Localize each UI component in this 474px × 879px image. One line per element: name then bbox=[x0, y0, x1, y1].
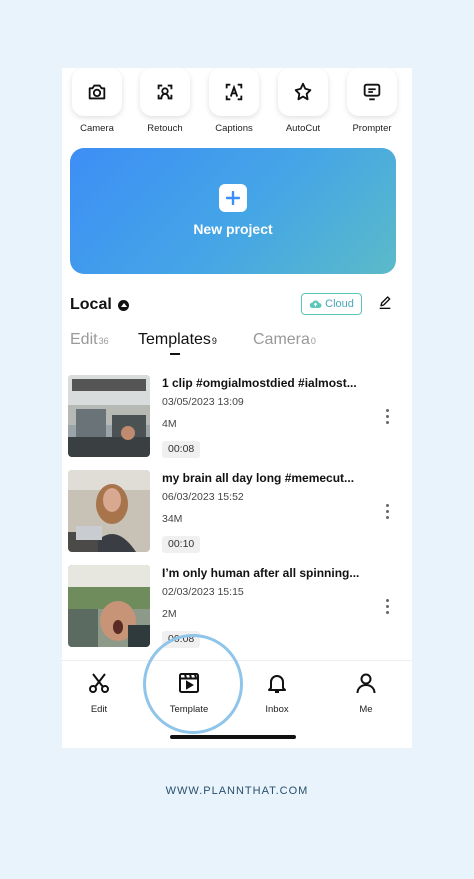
tool-label: Captions bbox=[215, 123, 253, 134]
person-icon bbox=[356, 673, 376, 694]
nav-label: Me bbox=[359, 704, 373, 715]
project-title: I’m only human after all spinning... bbox=[162, 566, 360, 580]
project-date: 03/05/2023 13:09 bbox=[162, 396, 244, 408]
project-size: 4M bbox=[162, 418, 177, 430]
project-date: 06/03/2023 15:52 bbox=[162, 491, 244, 503]
tool-camera[interactable]: Camera bbox=[64, 68, 128, 143]
cloud-label: Cloud bbox=[325, 298, 354, 310]
autocut-icon bbox=[278, 68, 328, 116]
tool-label: Camera bbox=[80, 123, 114, 134]
bell-icon bbox=[268, 675, 286, 693]
tab-count: 9 bbox=[211, 336, 217, 346]
tab-edit[interactable]: Edit36 bbox=[70, 331, 109, 349]
footer-url: WWW.PLANNTHAT.COM bbox=[165, 785, 309, 797]
home-indicator bbox=[170, 735, 296, 739]
local-title[interactable]: Local bbox=[70, 296, 112, 314]
tool-label: Retouch bbox=[147, 123, 183, 134]
project-title: my brain all day long #memecut... bbox=[162, 471, 355, 485]
tool-captions[interactable]: Captions bbox=[201, 68, 265, 143]
tool-label: AutoCut bbox=[285, 123, 321, 134]
nav-edit[interactable]: Edit bbox=[69, 671, 129, 715]
active-tab-indicator bbox=[170, 353, 180, 355]
more-options-icon[interactable] bbox=[386, 504, 390, 522]
tab-templates[interactable]: Templates9 bbox=[138, 331, 217, 349]
nav-inbox[interactable]: Inbox bbox=[247, 671, 307, 715]
nav-me[interactable]: Me bbox=[336, 671, 396, 715]
project-row[interactable]: 1 clip #omgialmostdied #ialmost... 03/05… bbox=[68, 375, 412, 459]
app-screen: Camera Retouch Captions AutoCut Prompter bbox=[62, 68, 412, 748]
project-thumbnail bbox=[68, 470, 150, 552]
caret-up-icon[interactable] bbox=[118, 300, 129, 311]
new-project-label: New project bbox=[193, 221, 273, 237]
tab-count: 36 bbox=[98, 336, 109, 346]
cloud-button[interactable]: Cloud bbox=[301, 293, 362, 315]
highlight-circle bbox=[143, 634, 243, 734]
project-size: 2M bbox=[162, 608, 177, 620]
more-options-icon[interactable] bbox=[386, 409, 390, 427]
tool-retouch[interactable]: Retouch bbox=[132, 68, 196, 143]
tool-autocut[interactable]: AutoCut bbox=[270, 68, 334, 143]
tab-label: Edit bbox=[70, 331, 98, 348]
project-thumbnail bbox=[68, 375, 150, 457]
tab-camera[interactable]: Camera0 bbox=[253, 331, 316, 349]
project-size: 34M bbox=[162, 513, 183, 525]
tool-label: Prompter bbox=[352, 123, 392, 134]
more-options-icon[interactable] bbox=[386, 599, 390, 617]
tool-prompter[interactable]: Prompter bbox=[339, 68, 403, 143]
new-project-button[interactable]: New project bbox=[70, 148, 396, 274]
captions-icon bbox=[209, 68, 259, 116]
project-duration: 00:10 bbox=[162, 536, 201, 553]
tools-row: Camera Retouch Captions AutoCut Prompter bbox=[62, 68, 412, 143]
camera-icon bbox=[72, 68, 122, 116]
tab-label: Templates bbox=[138, 331, 211, 348]
prompter-icon bbox=[347, 68, 397, 116]
project-thumbnail bbox=[68, 565, 150, 647]
project-date: 02/03/2023 15:15 bbox=[162, 586, 244, 598]
project-row[interactable]: my brain all day long #memecut... 06/03/… bbox=[68, 470, 412, 554]
project-title: 1 clip #omgialmostdied #ialmost... bbox=[162, 376, 357, 390]
nav-label: Edit bbox=[90, 704, 108, 715]
project-row[interactable]: I’m only human after all spinning... 02/… bbox=[68, 565, 412, 649]
project-duration: 00:08 bbox=[162, 441, 201, 458]
plus-icon bbox=[219, 184, 247, 212]
pencil-icon[interactable] bbox=[377, 295, 393, 316]
scissors-icon bbox=[89, 673, 109, 693]
tab-label: Camera bbox=[253, 331, 310, 348]
tab-count: 0 bbox=[310, 336, 316, 346]
retouch-icon bbox=[140, 68, 190, 116]
nav-label: Inbox bbox=[265, 704, 289, 715]
cloud-icon bbox=[309, 300, 322, 308]
